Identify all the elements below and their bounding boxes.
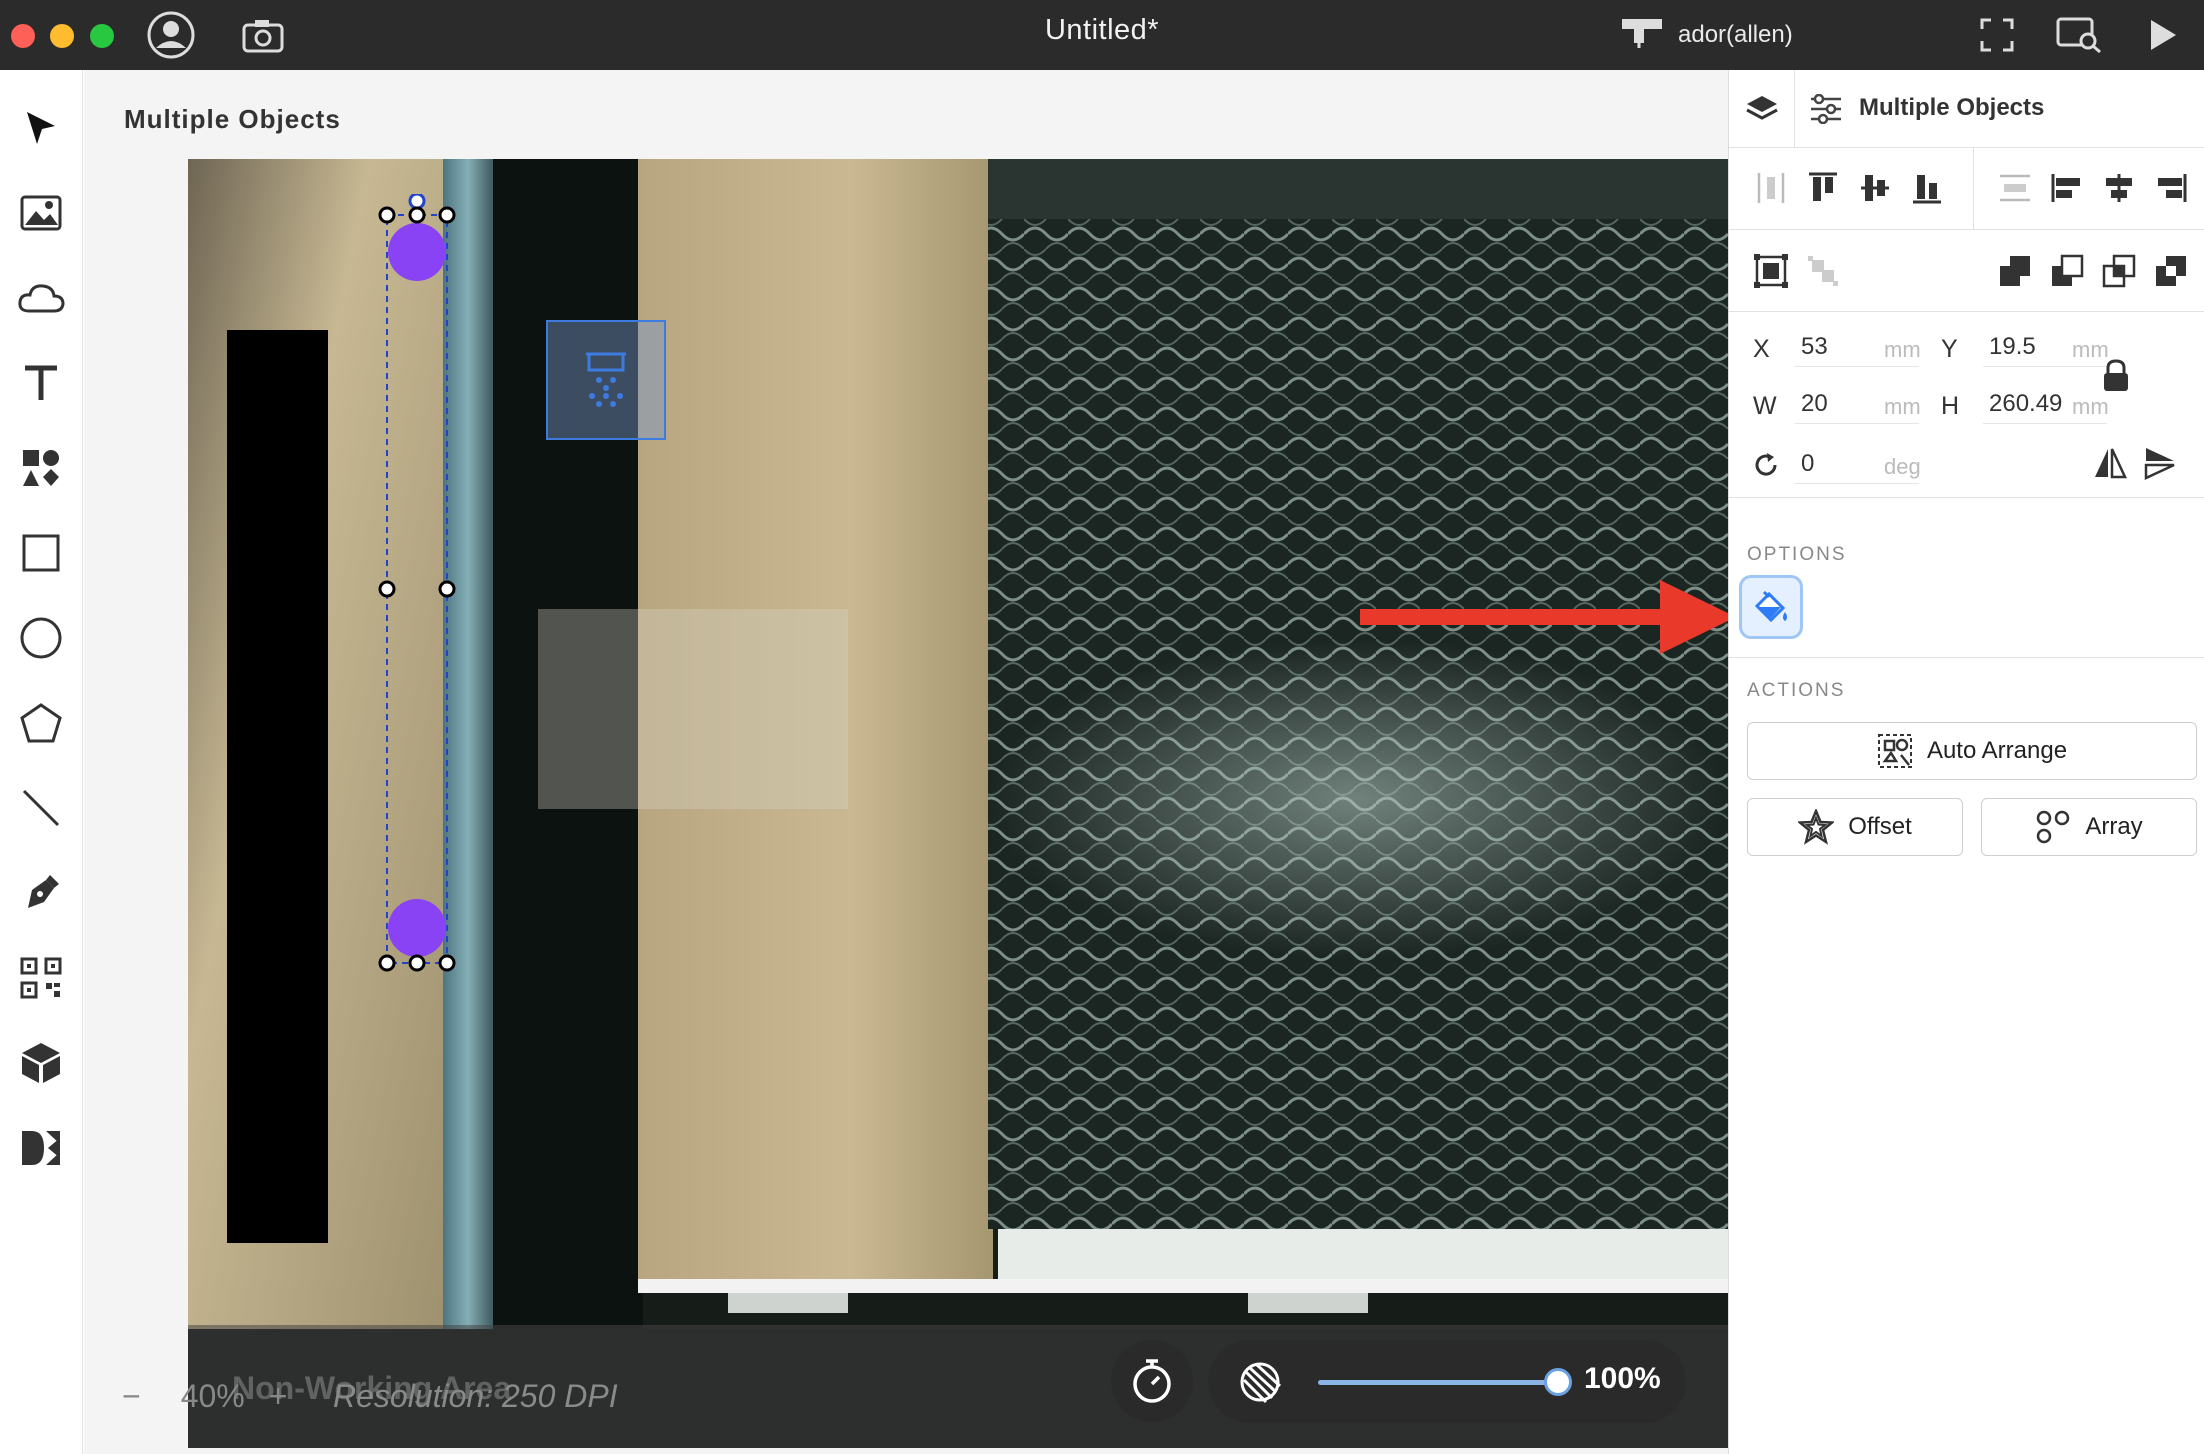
- w-unit: mm: [1884, 394, 1921, 419]
- print-head-icon: [586, 352, 626, 407]
- star-offset-icon: [1798, 809, 1835, 845]
- divider: [1729, 657, 2204, 658]
- camera-opacity-control: 100%: [1208, 1340, 1686, 1423]
- boolean-difference-icon[interactable]: [2149, 249, 2193, 293]
- distribute-horizontal-icon[interactable]: [1749, 166, 1793, 210]
- panel-header: Multiple Objects: [1729, 70, 2204, 148]
- cloud-icon[interactable]: [6, 263, 76, 333]
- align-middle-icon[interactable]: [1853, 166, 1897, 210]
- ellipse-icon[interactable]: [6, 603, 76, 673]
- dimension-fields: X 53 mm Y 19.5 mm W 20 mm H 260.49 mm 0 …: [1729, 312, 2204, 498]
- opacity-slider-track[interactable]: [1318, 1380, 1558, 1385]
- auto-arrange-label: Auto Arrange: [1926, 737, 2068, 764]
- rotate-icon: [1753, 452, 1779, 483]
- path-preview-icon[interactable]: [2052, 8, 2106, 62]
- properties-panel: Multiple Objects X 53 mm Y 19.5 mm W 20 …: [1728, 70, 2204, 1454]
- fullscreen-icon[interactable]: [1970, 8, 2024, 62]
- dmkt-icon[interactable]: [6, 1113, 76, 1183]
- zoom-in-button[interactable]: +: [269, 1378, 288, 1415]
- left-toolbar: [0, 70, 83, 1454]
- title-bar: Untitled* ador(allen): [0, 0, 2204, 70]
- box-icon[interactable]: [6, 1028, 76, 1098]
- offset-button[interactable]: Offset: [1747, 798, 1963, 856]
- flip-vertical-icon[interactable]: [2143, 446, 2177, 485]
- layers-icon: [1745, 96, 1778, 120]
- annotation-arrow: [1360, 580, 1736, 654]
- ungroup-icon[interactable]: [1801, 249, 1845, 293]
- align-right-icon[interactable]: [2149, 166, 2193, 210]
- h-label: H: [1941, 392, 1960, 420]
- stopwatch-icon: [1133, 1359, 1171, 1403]
- layers-tab[interactable]: [1729, 70, 1795, 148]
- polygon-icon[interactable]: [6, 688, 76, 758]
- camera-preview-canvas[interactable]: [188, 159, 1728, 1448]
- x-label: X: [1753, 335, 1770, 363]
- array-icon: [2037, 810, 2070, 844]
- image-icon[interactable]: [6, 178, 76, 248]
- opacity-slider-knob[interactable]: [1544, 1368, 1572, 1396]
- boolean-subtract-icon[interactable]: [2045, 249, 2089, 293]
- boolean-intersect-icon[interactable]: [2097, 249, 2141, 293]
- circle-object-bottom: [388, 899, 446, 957]
- machine-name: ador(allen): [1678, 21, 1793, 48]
- qr-code-icon[interactable]: [6, 943, 76, 1013]
- flip-horizontal-icon[interactable]: [2093, 446, 2127, 485]
- image-object[interactable]: [546, 320, 666, 440]
- zoom-control: − 40% +: [122, 1378, 287, 1415]
- actions-section-title: ACTIONS: [1747, 680, 1846, 701]
- camera-opacity-icon: [1236, 1358, 1286, 1411]
- pen-icon[interactable]: [6, 858, 76, 928]
- cursor-icon[interactable]: [6, 93, 76, 163]
- zoom-out-button[interactable]: −: [122, 1378, 141, 1415]
- text-icon[interactable]: [6, 348, 76, 418]
- rotation-unit: deg: [1884, 454, 1921, 479]
- align-toolbar: [1729, 148, 2204, 230]
- timer-button[interactable]: [1111, 1340, 1193, 1422]
- workspace-title: Multiple Objects: [124, 104, 341, 134]
- array-button[interactable]: Array: [1981, 798, 2197, 856]
- distribute-vertical-icon[interactable]: [1993, 166, 2037, 210]
- laser-machine-icon: [1620, 15, 1664, 56]
- align-center-icon[interactable]: [2097, 166, 2141, 210]
- fill-button[interactable]: [1739, 575, 1803, 639]
- align-top-icon[interactable]: [1801, 166, 1845, 210]
- machine-selector[interactable]: ador(allen): [1620, 10, 1793, 60]
- panel-title: Multiple Objects: [1859, 94, 2045, 121]
- w-label: W: [1753, 392, 1777, 420]
- array-label: Array: [2085, 813, 2143, 840]
- rectangle-icon[interactable]: [6, 518, 76, 588]
- auto-arrange-button[interactable]: Auto Arrange: [1747, 722, 2197, 780]
- circle-object-top: [388, 223, 446, 281]
- object-settings-icon: [1809, 93, 1843, 129]
- options-section-title: OPTIONS: [1747, 544, 1847, 565]
- line-icon[interactable]: [6, 773, 76, 843]
- y-label: Y: [1941, 335, 1958, 363]
- resolution-label: Resolution: 250 DPI: [333, 1378, 618, 1414]
- zoom-value: 40%: [180, 1378, 245, 1414]
- group-icon[interactable]: [1749, 249, 1793, 293]
- align-left-icon[interactable]: [2045, 166, 2089, 210]
- opacity-value: 100%: [1584, 1362, 1661, 1395]
- elements-icon[interactable]: [6, 433, 76, 503]
- lock-icon[interactable]: [2101, 358, 2131, 399]
- play-icon[interactable]: [2136, 8, 2190, 62]
- offset-label: Offset: [1848, 813, 1912, 840]
- x-unit: mm: [1884, 337, 1921, 362]
- align-bottom-icon[interactable]: [1905, 166, 1949, 210]
- selection-box[interactable]: [338, 194, 538, 1194]
- auto-arrange-icon: [1877, 734, 1912, 768]
- window-title: Untitled*: [1044, 14, 1160, 46]
- group-boolean-toolbar: [1729, 230, 2204, 312]
- paint-bucket-icon: [1754, 590, 1787, 623]
- boolean-union-icon[interactable]: [1993, 249, 2037, 293]
- divider: [1973, 148, 1974, 230]
